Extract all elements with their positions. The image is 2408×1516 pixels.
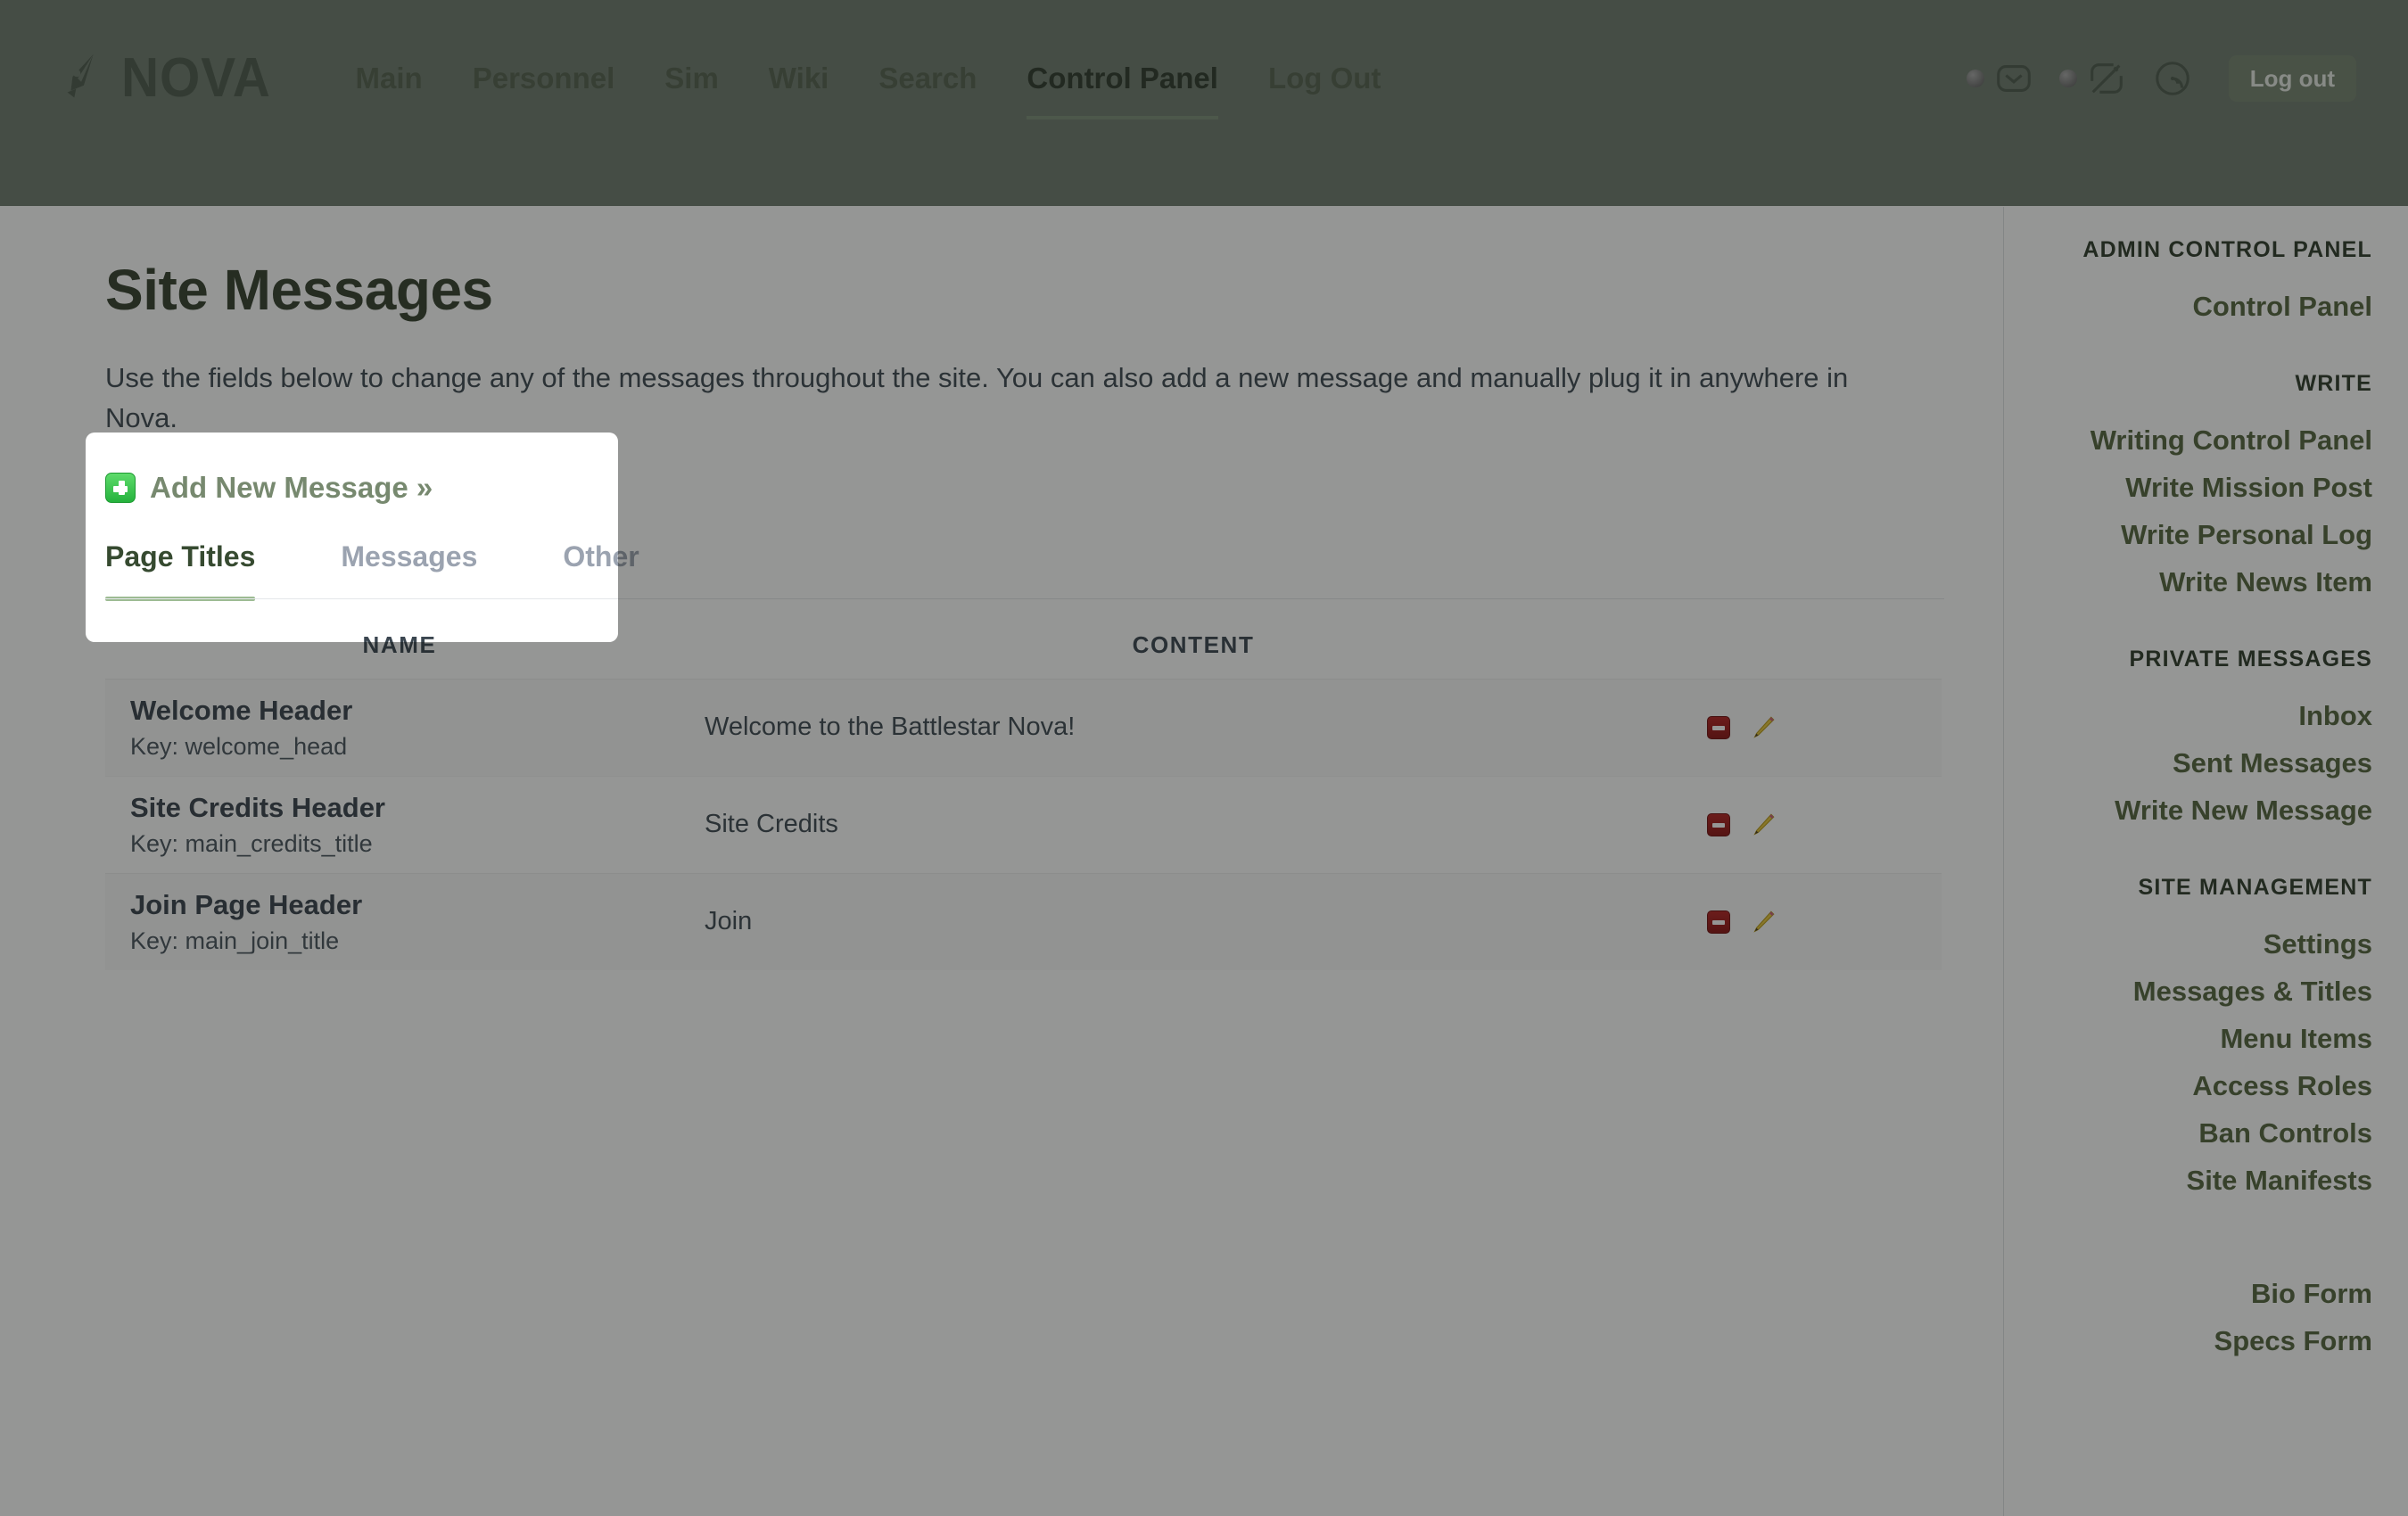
table-row[interactable]: Join Page Header Key: main_join_title Jo… <box>105 873 1942 970</box>
spotlight-highlight <box>86 433 618 642</box>
table-row[interactable]: Welcome Header Key: welcome_head Welcome… <box>105 679 1942 776</box>
row-key: Key: welcome_head <box>130 732 694 761</box>
sidebar-item-site-manifests[interactable]: Site Manifests <box>2025 1157 2372 1204</box>
sidebar-item-sent-messages[interactable]: Sent Messages <box>2025 739 2372 787</box>
sidebar-group-title: ADMIN CONTROL PANEL <box>2025 239 2372 261</box>
pencil-square-icon[interactable] <box>2086 58 2127 99</box>
nav-item-log-out[interactable]: Log Out <box>1243 63 1406 93</box>
sidebar-group-forms: Bio Form Specs Form <box>2025 1270 2372 1364</box>
site-header: NOVA Main Personnel Sim Wiki Search Cont… <box>0 0 2408 206</box>
nav-item-personnel[interactable]: Personnel <box>448 63 640 93</box>
sidebar-item-control-panel[interactable]: Control Panel <box>2025 283 2372 330</box>
sidebar-group-title: WRITE <box>2025 373 2372 395</box>
sidebar-spacer <box>2025 1247 2372 1270</box>
header-inner: NOVA Main Personnel Sim Wiki Search Cont… <box>0 0 2408 156</box>
page-title: Site Messages <box>105 260 1940 320</box>
sidebar-item-access-roles[interactable]: Access Roles <box>2025 1062 2372 1109</box>
nav-item-wiki[interactable]: Wiki <box>744 63 854 93</box>
sidebar-item-specs-form[interactable]: Specs Form <box>2025 1317 2372 1364</box>
delete-icon[interactable] <box>1707 716 1730 739</box>
nav-item-control-panel[interactable]: Control Panel <box>1002 63 1243 93</box>
sidebar-spacer <box>2025 853 2372 877</box>
sidebar-group-write: WRITE Writing Control Panel Write Missio… <box>2025 373 2372 606</box>
sidebar-group-title: PRIVATE MESSAGES <box>2025 648 2372 671</box>
sidebar-item-menu-items[interactable]: Menu Items <box>2025 1015 2372 1062</box>
sidebar-spacer <box>2025 625 2372 648</box>
write-tool-group <box>2059 58 2127 99</box>
sidebar-group-site-management: SITE MANAGEMENT Settings Messages & Titl… <box>2025 877 2372 1204</box>
row-content: Site Credits <box>694 810 1693 839</box>
brand-logo[interactable]: NOVA <box>55 51 281 106</box>
row-name-cell: Site Credits Header Key: main_credits_ti… <box>105 791 694 859</box>
sidebar-item-write-news-item[interactable]: Write News Item <box>2025 558 2372 606</box>
nav-item-main[interactable]: Main <box>331 63 448 93</box>
sidebar-item-bio-form[interactable]: Bio Form <box>2025 1270 2372 1317</box>
page-body: Site Messages Use the fields below to ch… <box>0 206 2408 1516</box>
nav-item-sim[interactable]: Sim <box>639 63 744 93</box>
sidebar-group-private-messages: PRIVATE MESSAGES Inbox Sent Messages Wri… <box>2025 648 2372 834</box>
sidebar-item-write-personal-log[interactable]: Write Personal Log <box>2025 511 2372 558</box>
sidebar-item-settings[interactable]: Settings <box>2025 920 2372 968</box>
radar-icon[interactable] <box>2152 58 2193 99</box>
envelope-icon[interactable] <box>1993 58 2034 99</box>
row-actions <box>1693 714 1942 741</box>
admin-sidebar: ADMIN CONTROL PANEL Control Panel WRITE … <box>2003 207 2408 1516</box>
sidebar-spacer <box>2025 350 2372 373</box>
page-description: Use the fields below to change any of th… <box>105 358 1898 439</box>
delete-icon[interactable] <box>1707 813 1730 836</box>
sidebar-item-write-new-message[interactable]: Write New Message <box>2025 787 2372 834</box>
row-key: Key: main_credits_title <box>130 829 694 858</box>
sidebar-group-admin-control-panel: ADMIN CONTROL PANEL Control Panel <box>2025 239 2372 330</box>
row-name-cell: Welcome Header Key: welcome_head <box>105 694 694 762</box>
header-tools: Log out <box>1967 55 2356 102</box>
row-title: Welcome Header <box>130 694 694 727</box>
content-card: Site Messages Use the fields below to ch… <box>62 207 2002 1516</box>
row-key: Key: main_join_title <box>130 927 694 955</box>
logout-button[interactable]: Log out <box>2229 55 2356 102</box>
column-header-content: CONTENT <box>694 631 1693 659</box>
row-title: Site Credits Header <box>130 791 694 824</box>
row-content: Join <box>694 907 1693 936</box>
sidebar-item-messages-titles[interactable]: Messages & Titles <box>2025 968 2372 1015</box>
row-name-cell: Join Page Header Key: main_join_title <box>105 888 694 956</box>
edit-pencil-icon[interactable] <box>1750 714 1777 741</box>
sidebar-item-ban-controls[interactable]: Ban Controls <box>2025 1109 2372 1157</box>
sidebar-item-write-mission-post[interactable]: Write Mission Post <box>2025 464 2372 511</box>
write-status-dot <box>2059 70 2077 87</box>
table-row[interactable]: Site Credits Header Key: main_credits_ti… <box>105 776 1942 873</box>
main-nav: Main Personnel Sim Wiki Search Control P… <box>331 63 1406 93</box>
brand-wordmark: NOVA <box>121 51 271 106</box>
messages-table: NAME CONTENT Welcome Header Key: welcome… <box>105 631 1942 970</box>
edit-pencil-icon[interactable] <box>1750 909 1777 935</box>
sidebar-spacer <box>2025 1224 2372 1247</box>
edit-pencil-icon[interactable] <box>1750 812 1777 838</box>
messages-tool-group <box>1967 58 2034 99</box>
activity-tool-group <box>2152 58 2193 99</box>
nav-item-search[interactable]: Search <box>854 63 1002 93</box>
sidebar-group-title: SITE MANAGEMENT <box>2025 877 2372 899</box>
delete-icon[interactable] <box>1707 910 1730 934</box>
pen-nib-icon <box>55 51 111 106</box>
row-title: Join Page Header <box>130 888 694 921</box>
messages-status-dot <box>1967 70 1984 87</box>
row-actions <box>1693 812 1942 838</box>
row-content: Welcome to the Battlestar Nova! <box>694 713 1693 742</box>
sidebar-item-inbox[interactable]: Inbox <box>2025 692 2372 739</box>
sidebar-item-writing-control-panel[interactable]: Writing Control Panel <box>2025 416 2372 464</box>
row-actions <box>1693 909 1942 935</box>
